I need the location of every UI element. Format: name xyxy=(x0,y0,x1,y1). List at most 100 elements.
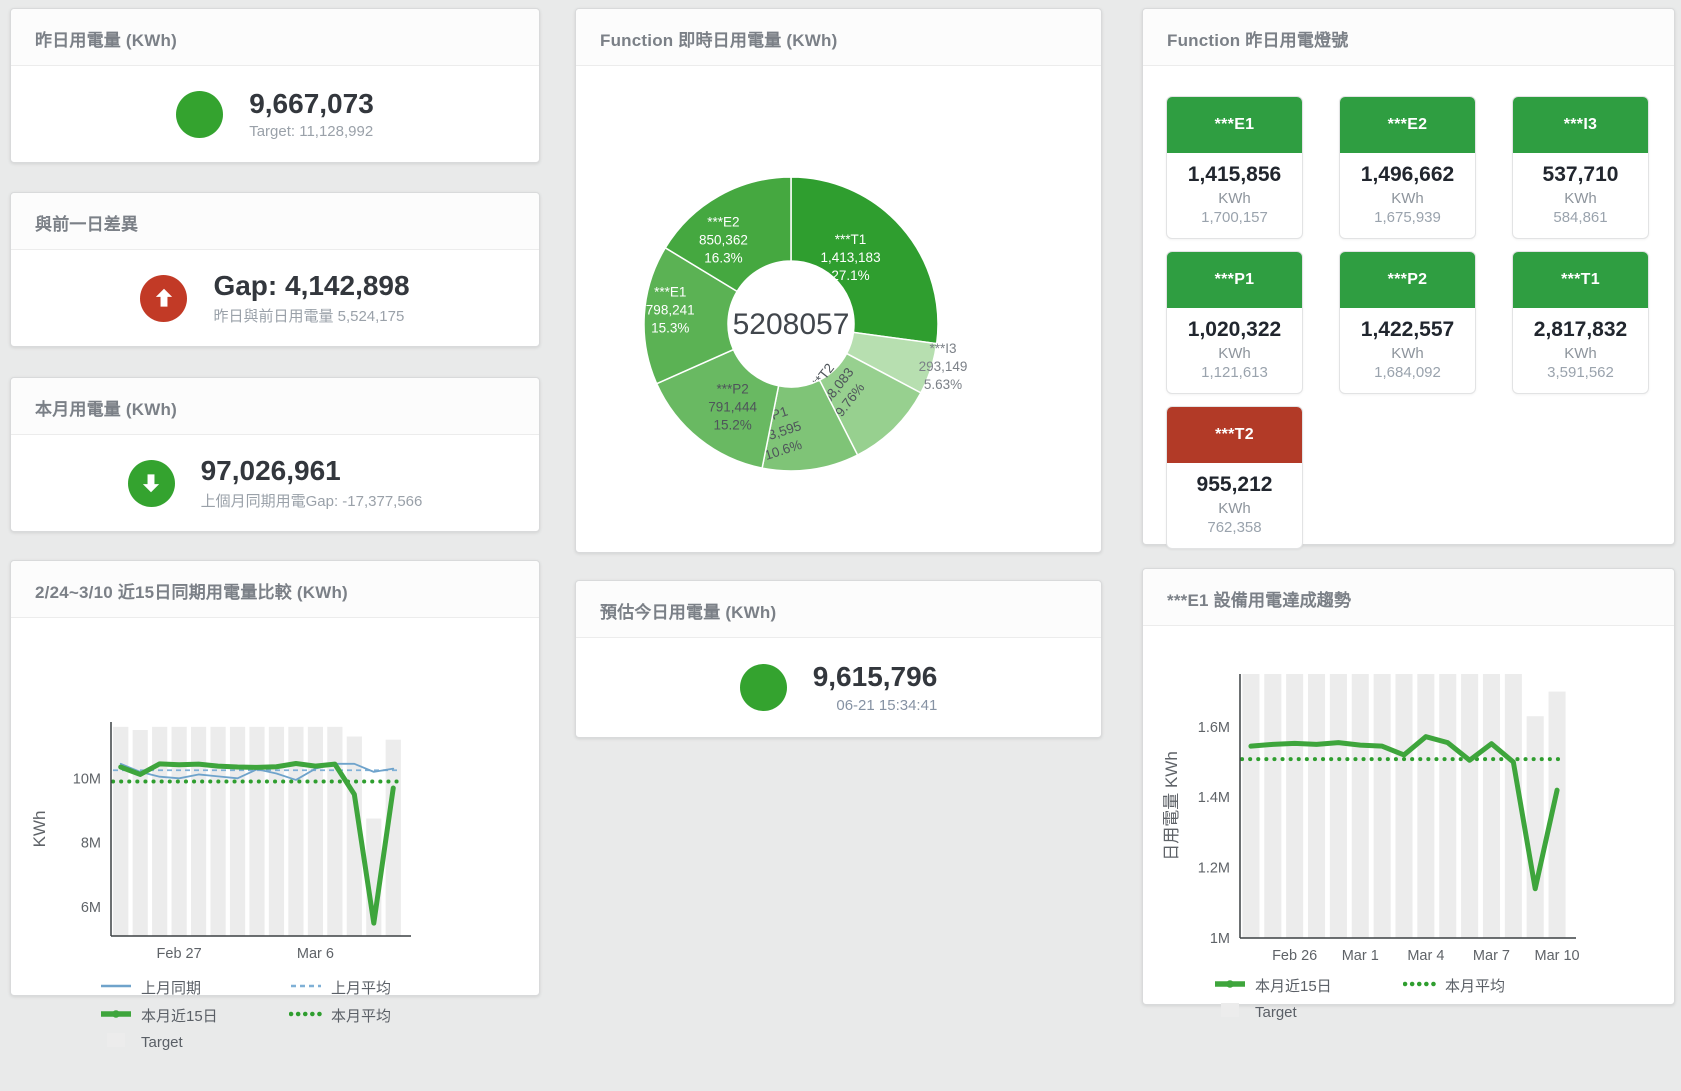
legend-item-thickline[interactable]: 本月近15日 xyxy=(99,1005,289,1026)
legend-item-thickline[interactable]: 本月近15日 xyxy=(1213,975,1403,996)
x-tick-label: Mar 10 xyxy=(1534,948,1579,964)
target-bar[interactable] xyxy=(1264,674,1281,938)
light-tile: ***E11,415,856KWh1,700,157 xyxy=(1166,96,1303,239)
panel-title: 昨日用電量 (KWh) xyxy=(35,31,177,50)
stat-timestamp: 06-21 15:34:41 xyxy=(813,697,938,714)
target-bar[interactable] xyxy=(249,727,264,936)
donut-center-total: 5208057 xyxy=(733,308,850,341)
legend-marker-icon xyxy=(99,1007,133,1024)
panel-title: 2/24~3/10 近15日同期用電量比較 (KWh) xyxy=(35,583,348,602)
tile-unit: KWh xyxy=(1169,345,1300,362)
stat-subtitle: 上個月同期用電Gap: -17,377,566 xyxy=(201,490,423,511)
legend-item-box[interactable]: Target xyxy=(1213,1003,1403,1021)
donut-chart-canvas[interactable]: ***T11,413,18327.1%***I3293,1495.63%***T… xyxy=(576,66,1101,559)
y-tick-label: 8M xyxy=(81,836,101,852)
legend-item-dots[interactable]: 本月平均 xyxy=(1403,975,1593,996)
legend-label: 本月平均 xyxy=(1445,975,1505,996)
panel-title: 預估今日用電量 (KWh) xyxy=(600,603,776,622)
tile-value: 1,496,662 xyxy=(1342,163,1473,187)
tile-unit: KWh xyxy=(1515,345,1646,362)
stat-body: 97,026,961 上個月同期用電Gap: -17,377,566 xyxy=(11,435,539,531)
y-tick-label: 1.4M xyxy=(1198,790,1230,806)
light-tile: ***E21,496,662KWh1,675,939 xyxy=(1339,96,1476,239)
tile-body: 2,817,832KWh3,591,562 xyxy=(1513,308,1648,393)
target-bar[interactable] xyxy=(113,727,128,936)
target-bar[interactable] xyxy=(308,727,323,936)
target-bar[interactable] xyxy=(1461,674,1478,938)
target-bar[interactable] xyxy=(1330,674,1347,938)
target-bar[interactable] xyxy=(1286,674,1303,938)
legend-item-line[interactable]: 上月同期 xyxy=(99,977,289,998)
target-bar[interactable] xyxy=(191,727,206,936)
target-bar[interactable] xyxy=(1439,674,1456,938)
compare-chart-area[interactable]: 6M8M10MFeb 27Mar 6KWh 上月同期上月平均本月近15日本月平均… xyxy=(11,618,539,1051)
stat-body: Gap: 4,142,898 昨日與前日用電量 5,524,175 xyxy=(11,250,539,346)
tile-target-value: 1,700,157 xyxy=(1169,209,1300,226)
target-bar[interactable] xyxy=(152,727,167,936)
light-tile: ***T12,817,832KWh3,591,562 xyxy=(1512,251,1649,394)
tile-body: 537,710KWh584,861 xyxy=(1513,153,1648,238)
target-bar[interactable] xyxy=(1374,674,1391,938)
panel-header: 預估今日用電量 (KWh) xyxy=(576,581,1101,638)
panel-yesterday-usage: 昨日用電量 (KWh) 9,667,073 Target: 11,128,992 xyxy=(10,8,540,163)
tile-value: 1,020,322 xyxy=(1169,318,1300,342)
legend-marker-icon xyxy=(99,1033,133,1051)
panel-header: Function 即時日用電量 (KWh) xyxy=(576,9,1101,66)
x-tick-label: Mar 1 xyxy=(1342,948,1379,964)
legend-label: 本月近15日 xyxy=(1255,975,1332,996)
stat-subtitle: 昨日與前日用電量 5,524,175 xyxy=(213,305,409,326)
stat-value: 97,026,961 xyxy=(201,455,423,487)
tile-body: 1,422,557KWh1,684,092 xyxy=(1340,308,1475,393)
target-bar[interactable] xyxy=(269,727,284,936)
legend-marker-icon xyxy=(1213,1003,1247,1021)
tile-value: 1,422,557 xyxy=(1342,318,1473,342)
y-tick-label: 1.6M xyxy=(1198,720,1230,736)
lights-tile-grid: ***E11,415,856KWh1,700,157***E21,496,662… xyxy=(1143,66,1674,549)
target-bar[interactable] xyxy=(1308,674,1325,938)
legend-item-dots[interactable]: 本月平均 xyxy=(289,1005,479,1026)
donut-chart-area[interactable]: ***T11,413,18327.1%***I3293,1495.63%***T… xyxy=(576,66,1101,559)
legend-label: 本月平均 xyxy=(331,1005,391,1026)
legend-label: 本月近15日 xyxy=(141,1005,218,1026)
compare-chart-canvas[interactable]: 6M8M10MFeb 27Mar 6KWh xyxy=(11,714,539,971)
target-bar[interactable] xyxy=(1242,674,1259,938)
tile-unit: KWh xyxy=(1342,345,1473,362)
target-bar[interactable] xyxy=(1527,716,1544,938)
trend-chart-canvas[interactable]: 1M1.2M1.4M1.6MFeb 26Mar 1Mar 4Mar 7Mar 1… xyxy=(1143,666,1674,973)
target-bar[interactable] xyxy=(288,727,303,936)
x-tick-label: Mar 7 xyxy=(1473,948,1510,964)
target-bar[interactable] xyxy=(172,727,187,936)
target-bar[interactable] xyxy=(1352,674,1369,938)
tile-name: ***P1 xyxy=(1167,252,1302,308)
legend-label: 上月平均 xyxy=(331,977,391,998)
tile-target-value: 1,675,939 xyxy=(1342,209,1473,226)
tile-body: 955,212KWh762,358 xyxy=(1167,463,1302,548)
legend-marker-icon xyxy=(1213,977,1247,994)
panel-header: ***E1 設備用電達成趨勢 xyxy=(1143,569,1674,626)
panel-realtime-donut: Function 即時日用電量 (KWh) ***T11,413,18327.1… xyxy=(575,8,1102,553)
target-bar[interactable] xyxy=(1483,674,1500,938)
trend-chart-area[interactable]: 1M1.2M1.4M1.6MFeb 26Mar 1Mar 4Mar 7Mar 1… xyxy=(1143,626,1674,1021)
status-circle-green xyxy=(176,91,223,138)
tile-body: 1,415,856KWh1,700,157 xyxy=(1167,153,1302,238)
target-bar[interactable] xyxy=(133,730,148,936)
target-bar[interactable] xyxy=(1395,674,1412,938)
legend-item-dash[interactable]: 上月平均 xyxy=(289,977,479,998)
tile-target-value: 584,861 xyxy=(1515,209,1646,226)
legend-marker-icon xyxy=(289,1007,323,1024)
stat-value: 9,667,073 xyxy=(249,88,374,120)
panel-month-usage: 本月用電量 (KWh) 97,026,961 上個月同期用電Gap: -17,3… xyxy=(10,377,540,532)
tile-unit: KWh xyxy=(1342,190,1473,207)
target-bar[interactable] xyxy=(1417,674,1434,938)
legend-marker-icon xyxy=(1403,977,1437,994)
y-tick-label: 6M xyxy=(81,900,101,916)
legend-item-box[interactable]: Target xyxy=(99,1033,289,1051)
target-bar[interactable] xyxy=(327,727,342,936)
panel-forecast-today: 預估今日用電量 (KWh) 9,615,796 06-21 15:34:41 xyxy=(575,580,1102,738)
target-bar[interactable] xyxy=(230,727,245,936)
panel-trend-chart: ***E1 設備用電達成趨勢 1M1.2M1.4M1.6MFeb 26Mar 1… xyxy=(1142,568,1675,1005)
light-tile: ***I3537,710KWh584,861 xyxy=(1512,96,1649,239)
panel-title: 本月用電量 (KWh) xyxy=(35,400,177,419)
target-bar[interactable] xyxy=(210,727,225,936)
stat-subtitle: Target: 11,128,992 xyxy=(249,123,374,140)
